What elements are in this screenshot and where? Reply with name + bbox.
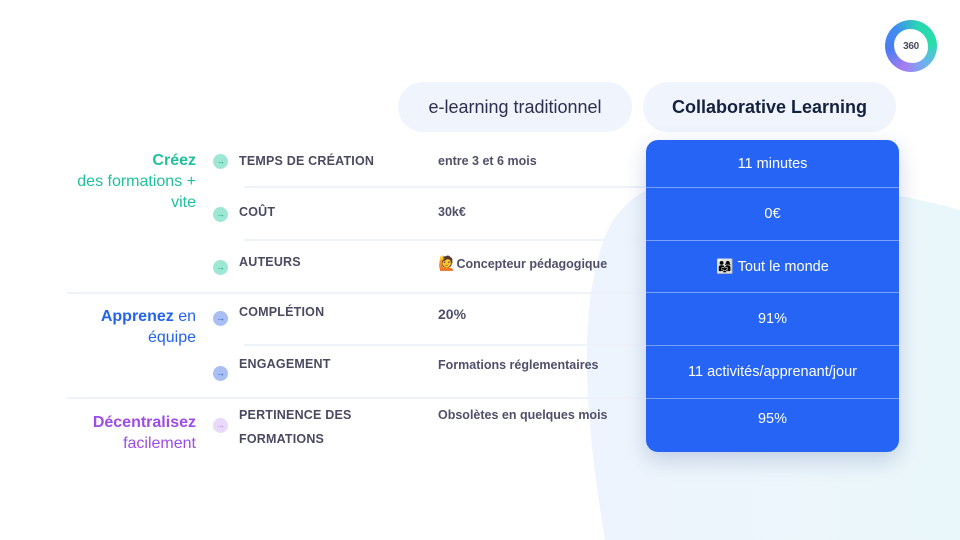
traditional-value-engagement: Formations réglementaires — [438, 358, 599, 372]
row-label-relevance-line1: PERTINENCE DES — [239, 408, 352, 422]
app-logo: 360 — [885, 20, 937, 72]
collaborative-value-cost: 0€ — [646, 187, 899, 239]
collaborative-value-relevance: 95% — [646, 398, 899, 438]
arrow-right-icon: → — [213, 260, 228, 275]
traditional-value-authors-text: Concepteur pédagogique — [456, 257, 608, 271]
arrow-right-icon: → — [213, 207, 228, 222]
category-decentralize-bold: Décentralisez — [92, 414, 196, 431]
traditional-value-relevance: Obsolètes en quelques mois — [438, 408, 608, 422]
column-header-collaborative: Collaborative Learning — [643, 82, 896, 132]
person-raising-hand-icon: 🙋 — [438, 255, 456, 271]
collaborative-value-completion-text: 91% — [757, 310, 788, 327]
row-divider — [244, 186, 646, 188]
arrow-right-icon: → — [213, 311, 228, 326]
section-divider — [67, 292, 646, 294]
row-label-completion: COMPLÉTION — [239, 305, 325, 319]
collaborative-value-creation-time-text: 11 minutes — [737, 156, 808, 172]
row-label-engagement: ENGAGEMENT — [239, 357, 331, 371]
category-decentralize: Décentralisez facilement — [66, 412, 196, 454]
row-divider — [244, 344, 646, 346]
category-create: Créez des formations + vite — [56, 150, 196, 213]
category-create-bold: Créez — [152, 152, 196, 169]
collaborative-value-authors: 👨‍👩‍👧 Tout le monde — [646, 240, 899, 292]
category-decentralize-rest: facilement — [123, 435, 196, 452]
collaborative-value-engagement: 11 activités/apprenant/jour — [646, 345, 899, 397]
family-icon: 👨‍👩‍👧 — [716, 258, 734, 274]
collaborative-value-cost-text: 0€ — [764, 205, 781, 222]
row-label-relevance-line2: FORMATIONS — [239, 432, 325, 446]
row-label-cost: COÛT — [239, 205, 276, 219]
section-divider — [67, 397, 646, 399]
collaborative-column-card: 11 minutes 0€ 👨‍👩‍👧 Tout le monde 91% 11… — [646, 140, 899, 452]
traditional-value-completion: 20% — [438, 306, 467, 322]
column-header-traditional: e-learning traditionnel — [398, 82, 632, 132]
traditional-value-cost: 30k€ — [438, 205, 466, 219]
arrow-right-icon: → — [213, 154, 228, 169]
row-label-relevance: PERTINENCE DES FORMATIONS — [239, 403, 352, 451]
collaborative-value-relevance-text: 95% — [757, 410, 788, 427]
collaborative-value-creation-time: 11 minutes — [646, 140, 899, 188]
collaborative-value-completion: 91% — [646, 292, 899, 344]
logo-text: 360 — [894, 29, 928, 63]
arrow-right-icon: → — [213, 366, 228, 381]
traditional-value-authors: 🙋Concepteur pédagogique — [438, 255, 607, 272]
arrow-right-icon: → — [213, 418, 228, 433]
collaborative-value-authors-text: Tout le monde — [737, 258, 829, 275]
row-label-authors: AUTEURS — [239, 255, 301, 269]
traditional-value-creation-time: entre 3 et 6 mois — [438, 154, 537, 168]
category-learn: Apprenez en équipe — [76, 306, 196, 348]
category-create-rest: des formations + vite — [77, 173, 196, 211]
category-learn-bold: Apprenez — [100, 308, 174, 325]
row-label-creation-time: TEMPS DE CRÉATION — [239, 154, 375, 168]
collaborative-value-engagement-text: 11 activités/apprenant/jour — [687, 363, 857, 380]
row-divider — [244, 239, 646, 241]
